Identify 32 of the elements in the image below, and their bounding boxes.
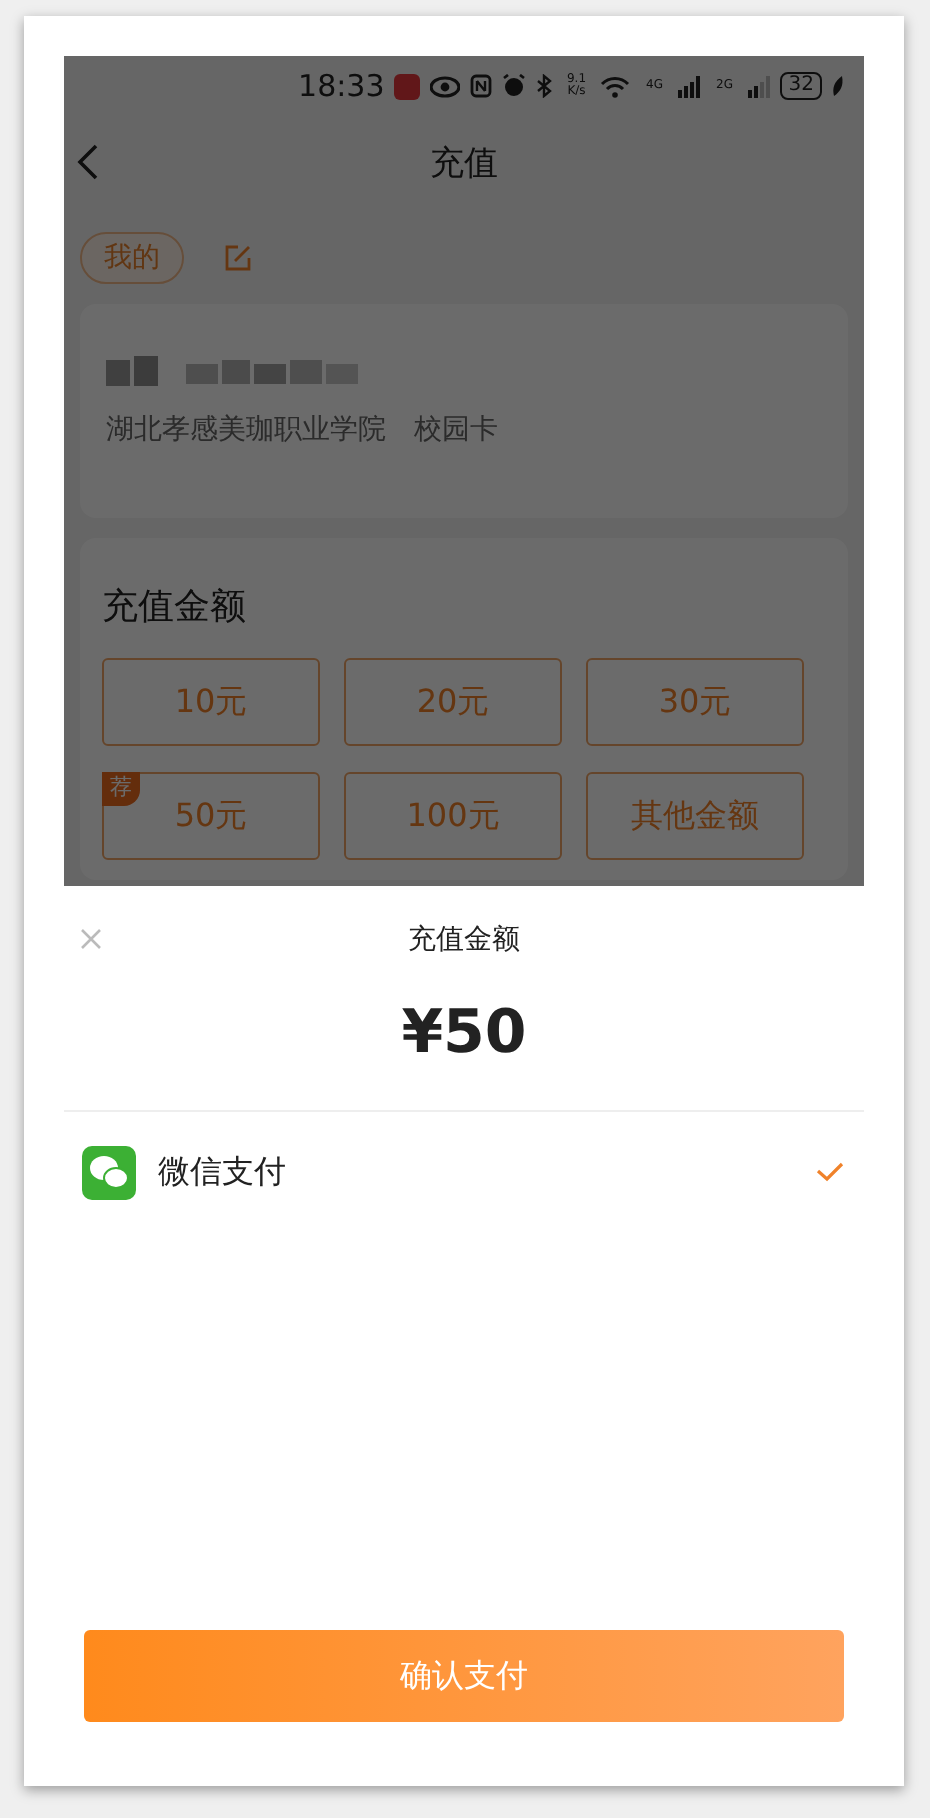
payment-option[interactable]: 微信支付 <box>64 1112 864 1232</box>
alarm-icon <box>502 74 527 98</box>
eye-icon <box>430 75 461 97</box>
amount-option[interactable]: 10元 <box>102 658 320 746</box>
amount-option[interactable]: 100元 <box>344 772 562 860</box>
confirm-button[interactable]: 确认支付 <box>84 1630 844 1722</box>
close-icon[interactable] <box>80 928 102 950</box>
leaf-icon <box>832 76 844 96</box>
school-name: 湖北孝感美珈职业学院 <box>106 412 386 448</box>
battery-level: 32 <box>780 72 822 100</box>
wechat-icon <box>82 1145 136 1199</box>
back-icon[interactable] <box>76 144 100 180</box>
amount-option[interactable]: 30元 <box>586 658 804 746</box>
recommend-badge: 荐 <box>102 772 140 806</box>
amount-option[interactable]: 荐 50元 <box>102 772 320 860</box>
payment-amount: ¥50 <box>401 998 527 1068</box>
section-title: 充值金额 <box>102 584 248 630</box>
status-time: 18:33 <box>298 68 385 104</box>
edit-icon[interactable] <box>224 244 252 272</box>
card-type: 校园卡 <box>414 412 498 448</box>
signal-icon <box>678 75 701 97</box>
page-title: 充值 <box>430 141 498 185</box>
notification-icon <box>394 73 421 99</box>
amount-option[interactable]: 其他金额 <box>586 772 804 860</box>
wifi-icon <box>600 75 631 97</box>
bluetooth-icon <box>536 74 553 98</box>
dim-overlay[interactable] <box>64 56 864 886</box>
amount-option[interactable]: 20元 <box>344 658 562 746</box>
nfc-icon <box>470 74 493 98</box>
sheet-title: 充值金额 <box>408 922 520 958</box>
account-tag[interactable]: 我的 <box>80 232 184 284</box>
signal-icon <box>748 75 771 97</box>
